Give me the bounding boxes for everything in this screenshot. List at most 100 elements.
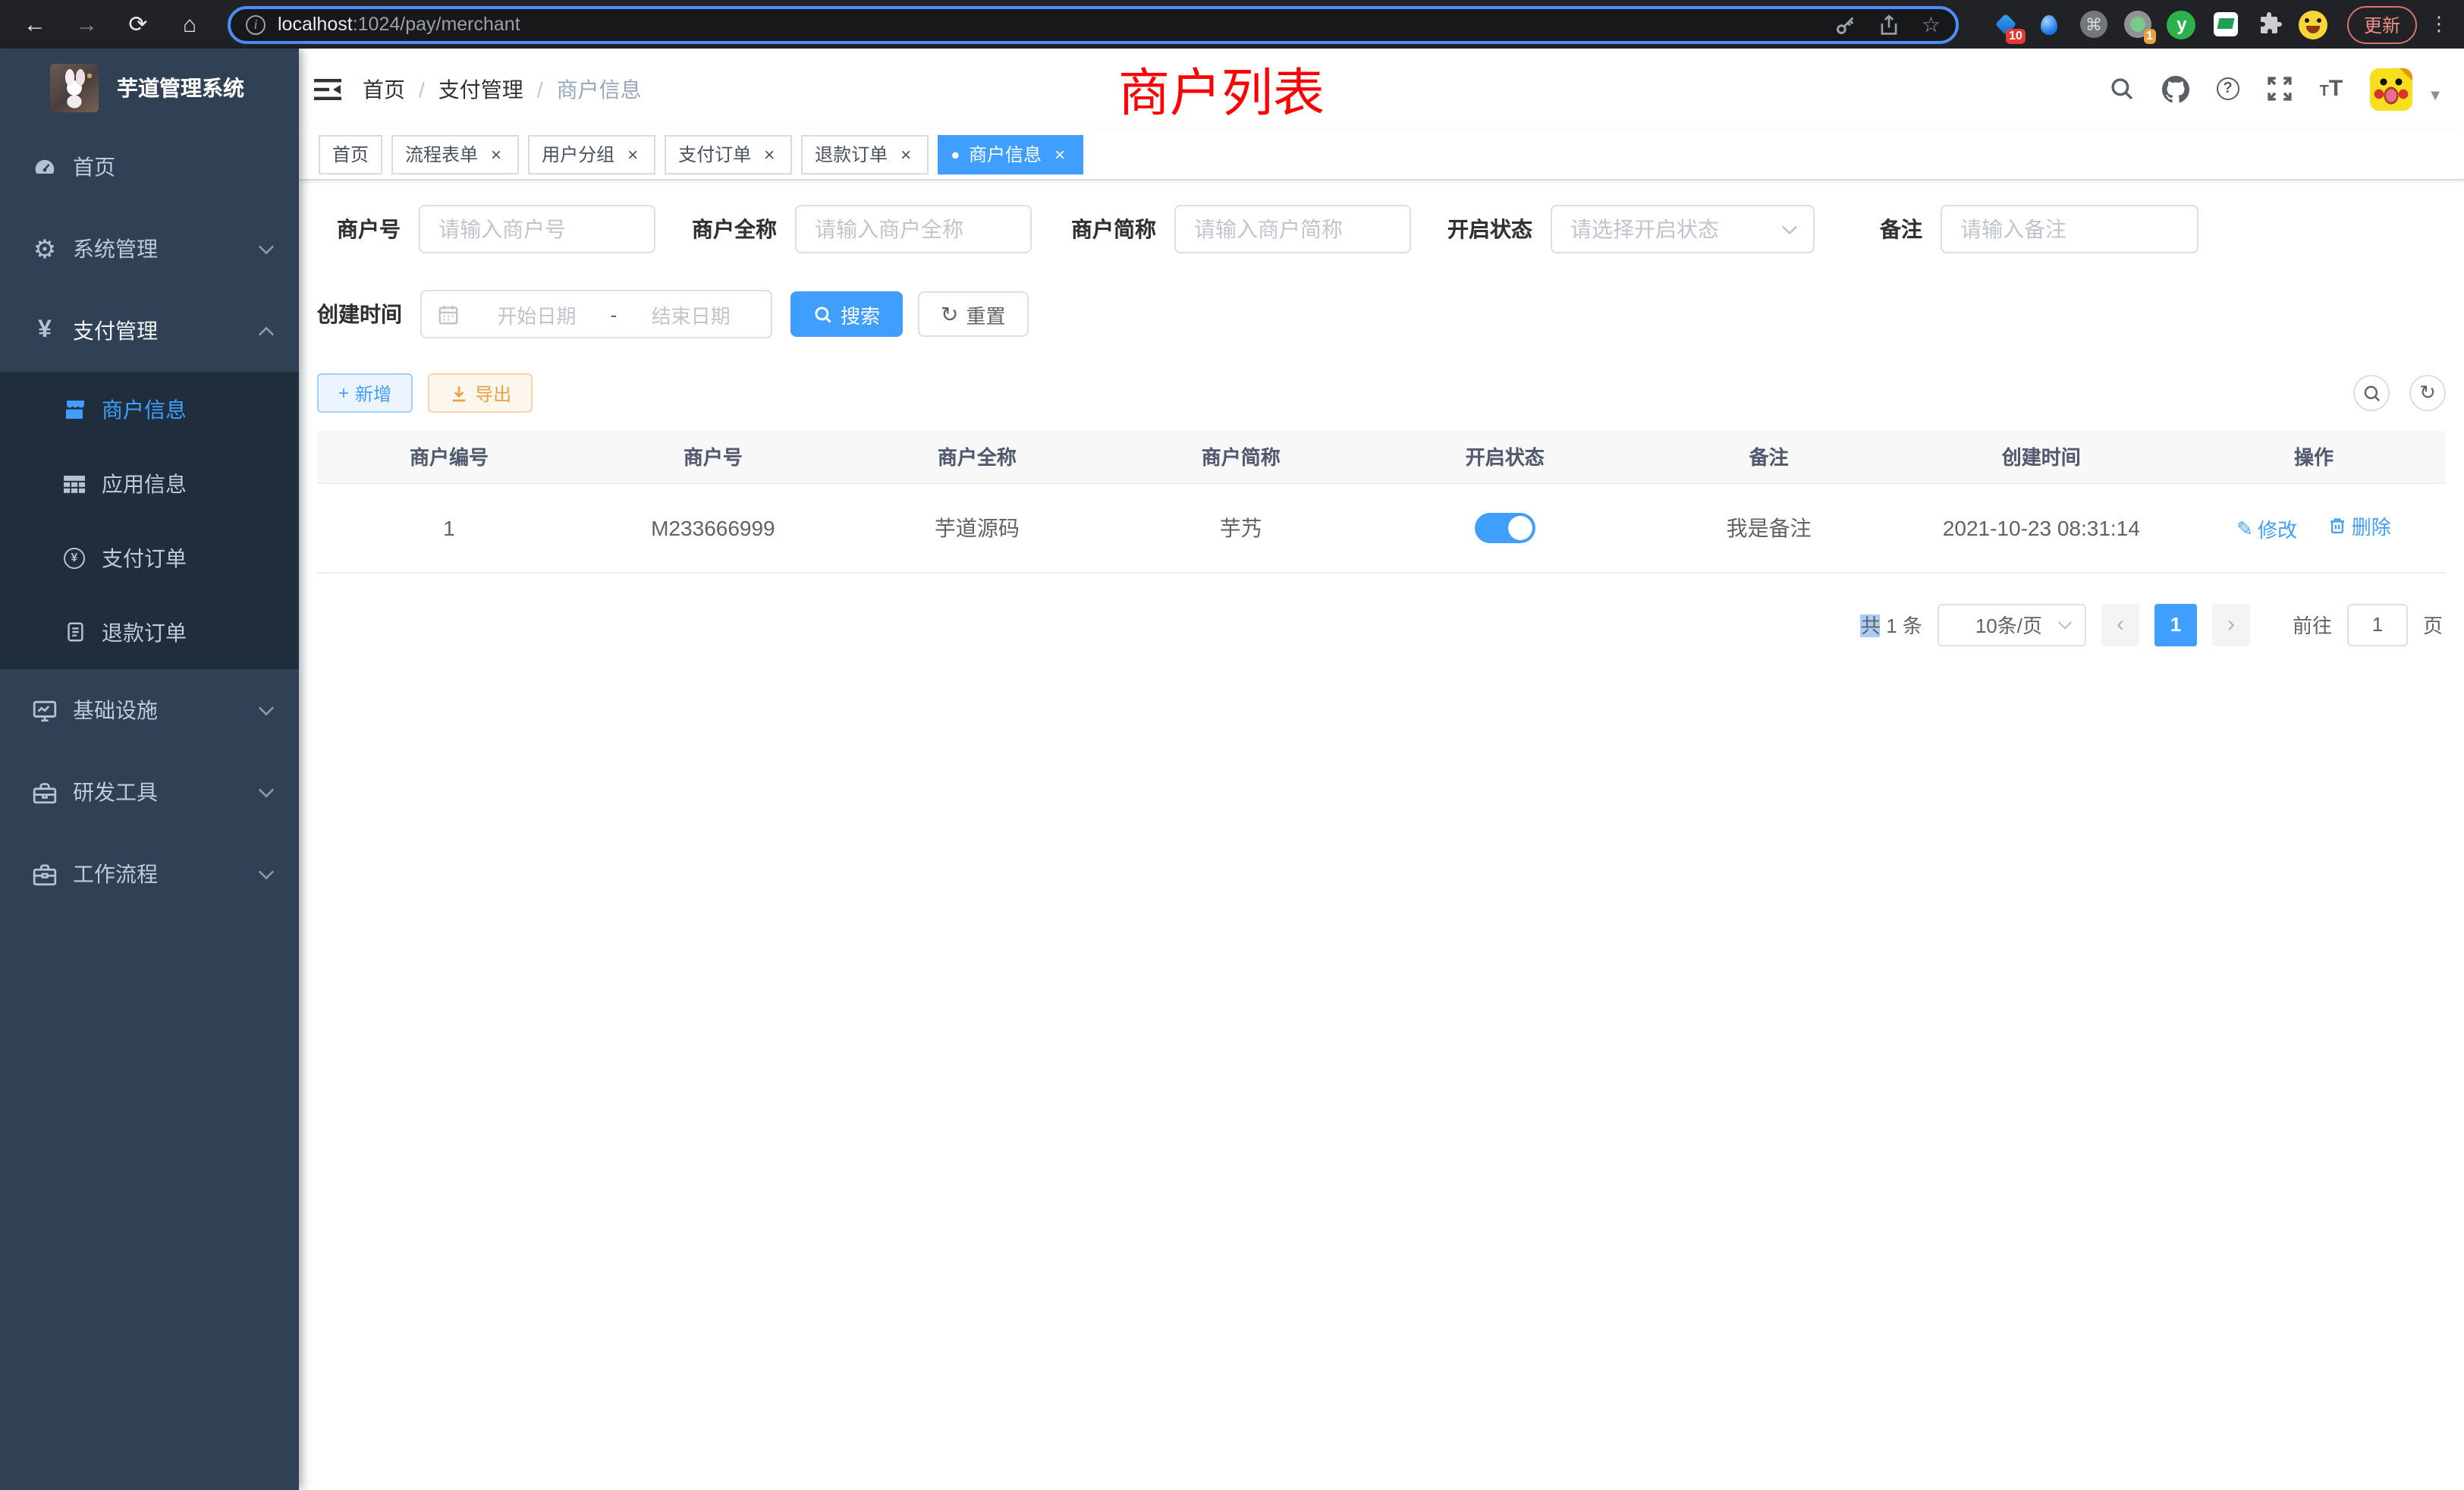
extension-y-icon[interactable]: y <box>2167 9 2197 39</box>
tab-label: 退款订单 <box>815 141 888 167</box>
add-button[interactable]: + 新增 <box>317 373 413 413</box>
reset-button[interactable]: ↻ 重置 <box>918 291 1029 337</box>
sidebar-item-payment[interactable]: ¥ 支付管理 <box>0 290 299 372</box>
bookmark-star-icon[interactable]: ☆ <box>1922 14 1941 35</box>
yen-icon: ¥ <box>32 318 58 344</box>
filter-remark: 备注 <box>1880 205 2198 253</box>
breadcrumb-separator: / <box>537 77 543 101</box>
password-key-icon[interactable] <box>1835 13 1858 36</box>
close-icon[interactable]: × <box>897 143 915 165</box>
sidebar-item-workflow[interactable]: 工作流程 <box>0 833 299 915</box>
page-content: 商户号 商户全称 商户简称 开启状态 请选择开启状态 <box>299 205 2464 646</box>
app-title: 芋道管理系统 <box>117 72 244 102</box>
forward-icon[interactable]: → <box>73 11 100 38</box>
reload-icon[interactable]: ⟳ <box>124 11 152 38</box>
extension-chat-icon[interactable] <box>2211 9 2241 39</box>
tab-home[interactable]: 首页 <box>319 134 382 174</box>
status-toggle[interactable] <box>1475 512 1535 542</box>
briefcase-icon <box>32 861 58 887</box>
page-size-select[interactable]: 10条/页 <box>1938 603 2086 646</box>
browser-update-button[interactable]: 更新 <box>2347 5 2417 43</box>
remark-input[interactable] <box>1941 205 2198 253</box>
close-icon[interactable]: × <box>624 143 642 165</box>
browser-menu-icon[interactable]: ⋮ <box>2429 12 2449 36</box>
table-toolbar: + 新增 导出 ↻ <box>317 373 2446 413</box>
breadcrumb-home[interactable]: 首页 <box>363 74 405 104</box>
extension-balloon-icon[interactable] <box>2035 9 2065 39</box>
breadcrumb-payment[interactable]: 支付管理 <box>438 74 523 104</box>
breadcrumb-current: 商户信息 <box>557 74 642 104</box>
toggle-search-button[interactable] <box>2353 375 2390 411</box>
extension-badge-one: 1 <box>2143 29 2156 44</box>
search-icon <box>2362 383 2381 403</box>
merchant-name-input[interactable] <box>795 205 1032 253</box>
help-icon[interactable]: ? <box>2217 77 2239 100</box>
close-icon[interactable]: × <box>487 143 505 165</box>
close-icon[interactable]: × <box>1051 143 1069 165</box>
sidebar-menu: 首页 ⚙ 系统管理 ¥ 支付管理 <box>0 126 299 915</box>
goto-page-input[interactable] <box>2347 603 2408 646</box>
calendar-icon <box>437 303 460 325</box>
tab-merchant-info[interactable]: ● 商户信息 × <box>938 134 1083 174</box>
sidebar-item-label: 商户信息 <box>102 394 187 424</box>
sidebar-item-label: 支付管理 <box>73 316 258 346</box>
close-icon[interactable]: × <box>760 143 778 165</box>
url-text[interactable]: localhost:1024/pay/merchant <box>278 14 1814 35</box>
page-number-button[interactable]: 1 <box>2154 603 2197 646</box>
tab-refund-order[interactable]: 退款订单 × <box>801 134 929 174</box>
sidebar-item-home[interactable]: 首页 <box>0 126 299 208</box>
font-size-icon[interactable]: TT <box>2320 76 2343 102</box>
shop-icon <box>62 397 86 421</box>
fullscreen-icon[interactable] <box>2267 76 2293 102</box>
sidebar-item-pay-order[interactable]: ¥ 支付订单 <box>0 520 299 595</box>
status-select[interactable]: 请选择开启状态 <box>1551 205 1815 253</box>
chevron-down-icon <box>258 244 275 254</box>
filter-merchant-no: 商户号 <box>337 205 655 253</box>
trash-icon <box>2327 516 2347 536</box>
button-label: 导出 <box>475 380 511 406</box>
extension-command-icon[interactable]: ⌘ <box>2079 9 2109 39</box>
button-label: 搜索 <box>841 300 880 328</box>
sidebar-item-infrastructure[interactable]: 基础设施 <box>0 669 299 751</box>
merchant-table: 商户编号 商户号 商户全称 商户简称 开启状态 备注 创建时间 操作 1 <box>317 431 2446 573</box>
sidebar-item-app-info[interactable]: 应用信息 <box>0 446 299 520</box>
extension-recorder-icon[interactable]: 1 <box>2123 9 2153 39</box>
app-logo-row[interactable]: 芋道管理系统 <box>0 49 299 126</box>
merchant-short-input[interactable] <box>1174 205 1411 253</box>
search-icon[interactable] <box>2109 76 2135 102</box>
active-dot-icon: ● <box>951 146 960 162</box>
sidebar-item-merchant-info[interactable]: 商户信息 <box>0 372 299 446</box>
extensions-puzzle-icon[interactable] <box>2255 9 2285 39</box>
prev-page-button[interactable]: ‹ <box>2101 603 2139 646</box>
extension-diamond-icon[interactable]: 10 <box>1991 9 2021 39</box>
edit-link[interactable]: ✎ 修改 <box>2236 515 2297 544</box>
table-row[interactable]: 1 M233666999 芋道源码 芋艿 我是备注 2021-10-23 08:… <box>317 483 2446 572</box>
tab-user-group[interactable]: 用户分组 × <box>528 134 655 174</box>
address-bar[interactable]: i localhost:1024/pay/merchant ☆ <box>228 5 1959 43</box>
date-range-picker[interactable]: 开始日期 - 结束日期 <box>420 290 772 338</box>
browser-toolbar: ← → ⟳ ⌂ i localhost:1024/pay/merchant ☆ … <box>0 0 2464 49</box>
payment-submenu: 商户信息 应用信息 ¥ 支付订单 <box>0 372 299 669</box>
url-host: localhost <box>278 14 353 35</box>
export-button[interactable]: 导出 <box>428 373 533 413</box>
avatar[interactable] <box>2370 68 2412 110</box>
extension-emoji-icon[interactable] <box>2299 9 2329 39</box>
tab-process-form[interactable]: 流程表单 × <box>391 134 519 174</box>
next-page-button[interactable]: › <box>2212 603 2250 646</box>
sidebar-collapse-icon[interactable] <box>314 77 341 101</box>
avatar-caret-icon[interactable]: ▼ <box>2428 88 2443 105</box>
field-label: 创建时间 <box>317 299 402 329</box>
search-button[interactable]: 搜索 <box>790 291 903 337</box>
delete-link[interactable]: 删除 <box>2327 511 2391 540</box>
share-icon[interactable] <box>1879 13 1900 36</box>
back-icon[interactable]: ← <box>21 11 49 38</box>
sidebar-item-refund-order[interactable]: 退款订单 <box>0 595 299 669</box>
tab-pay-order[interactable]: 支付订单 × <box>665 134 792 174</box>
merchant-no-input[interactable] <box>419 205 655 253</box>
home-icon[interactable]: ⌂ <box>176 11 203 38</box>
github-icon[interactable] <box>2162 75 2189 102</box>
sidebar-item-dev-tools[interactable]: 研发工具 <box>0 751 299 833</box>
site-info-icon[interactable]: i <box>246 14 266 34</box>
sidebar-item-system[interactable]: ⚙ 系统管理 <box>0 208 299 290</box>
refresh-button[interactable]: ↻ <box>2409 375 2446 411</box>
